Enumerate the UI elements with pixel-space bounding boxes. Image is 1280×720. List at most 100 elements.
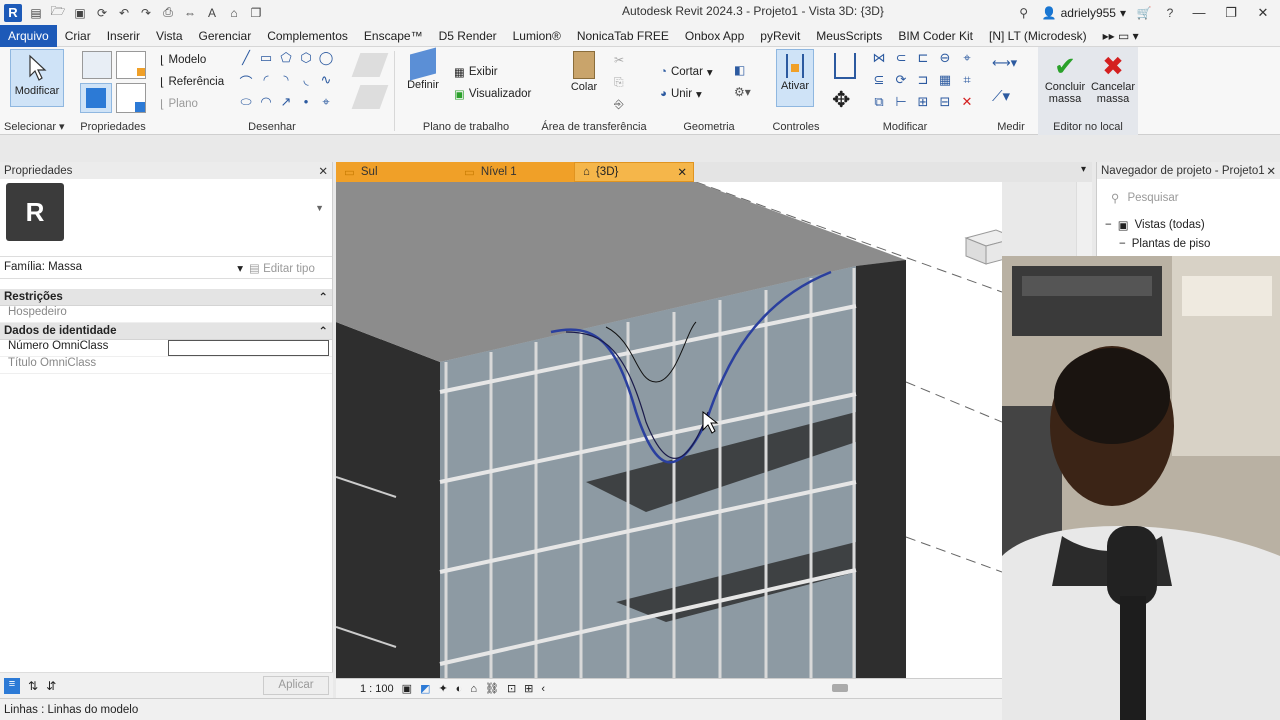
visualizador-button[interactable]: ▣ Visualizador xyxy=(454,87,531,101)
concluir-massa-button[interactable]: ✔ Concluir massa xyxy=(1040,51,1090,105)
tree-item-plantas[interactable]: − Plantas de piso xyxy=(1097,234,1280,253)
ativar-button[interactable]: Ativar xyxy=(776,49,814,107)
type-properties-icon[interactable] xyxy=(82,51,112,79)
polygon-icon[interactable]: ⬠ xyxy=(276,50,296,72)
line-icon[interactable]: ╱ xyxy=(236,50,256,72)
trim-extend-icon[interactable]: ⊢ xyxy=(890,94,912,116)
align-icon[interactable] xyxy=(834,53,856,79)
fillet-arc-icon[interactable]: ◟ xyxy=(296,72,316,94)
sync-icon[interactable]: ⟳ xyxy=(94,5,110,21)
copy-element-icon[interactable]: ⧉ xyxy=(868,94,890,116)
tab-vista[interactable]: Vista xyxy=(148,25,190,47)
cut-icon[interactable]: ✂ xyxy=(614,53,624,67)
tangent-arc-icon[interactable]: ◝ xyxy=(276,72,296,94)
unpin-icon[interactable]: ⌗ xyxy=(956,72,978,94)
modelo-button[interactable]: ⌊ Modelo xyxy=(160,53,206,67)
split-gap-icon[interactable]: ⊟ xyxy=(934,94,956,116)
modify-button[interactable]: Modificar xyxy=(10,49,64,107)
arc-center-icon[interactable]: ◜ xyxy=(256,72,276,94)
tab-bim-coder-kit[interactable]: BIM Coder Kit xyxy=(890,25,981,47)
user-account[interactable]: 👤 adriely955 ▾ xyxy=(1042,6,1126,20)
pick-faces-icon[interactable]: ⌖ xyxy=(316,94,336,116)
move-icon[interactable]: ✥ xyxy=(832,87,850,113)
cart-icon[interactable]: 🛒 xyxy=(1136,5,1152,21)
rectangle-icon[interactable]: ▭ xyxy=(256,50,276,72)
mirror-axis-icon[interactable]: ⋈ xyxy=(868,50,890,72)
spline-icon[interactable]: ∿ xyxy=(316,72,336,94)
tree-item-vistas[interactable]: − ▣ Vistas (todas) xyxy=(1097,215,1280,234)
circle-icon[interactable]: ◯ xyxy=(316,50,336,72)
print-icon[interactable]: ⎙ xyxy=(160,5,176,21)
unir-button[interactable]: ◕ Unir ▾ xyxy=(660,87,702,101)
minimize-icon[interactable]: — xyxy=(1188,5,1210,20)
measure-between-icon[interactable]: ⟷▾ xyxy=(992,55,1017,71)
family-category-icon[interactable] xyxy=(116,83,146,113)
sort-asc-icon[interactable]: ⇅ xyxy=(28,679,38,693)
selecionar-label[interactable]: Selecionar ▾ xyxy=(4,120,65,133)
pin-icon[interactable]: ⌖ xyxy=(956,50,978,72)
apply-button[interactable]: Aplicar xyxy=(263,676,329,695)
restore-icon[interactable]: ❐ xyxy=(1220,5,1242,21)
sort-icon[interactable]: ≡ xyxy=(4,677,20,694)
scale-icon[interactable]: ⊞ xyxy=(912,94,934,116)
open-folder-icon[interactable]: 🗁 xyxy=(50,4,66,21)
revit-app-icon[interactable]: R xyxy=(4,3,22,22)
switch-windows-icon[interactable]: ❐ xyxy=(248,5,264,21)
referencia-button[interactable]: ⌊ Referência xyxy=(160,75,224,89)
family-selector[interactable]: Família: Massa ▾ xyxy=(4,261,249,275)
cortar-button[interactable]: ◔ Cortar ▾ xyxy=(660,65,713,79)
home-icon[interactable]: ▤ xyxy=(28,5,44,21)
colar-button[interactable]: Colar xyxy=(562,51,606,93)
exibir-button[interactable]: ▦ Exibir xyxy=(454,65,498,79)
horizontal-scrollbar-thumb[interactable] xyxy=(832,684,848,692)
offset-alt-icon[interactable]: ⊆ xyxy=(868,72,890,94)
offset-icon[interactable]: ⊂ xyxy=(890,50,912,72)
edit-type-button[interactable]: ▤ Editar tipo xyxy=(249,261,315,275)
3d-view-icon[interactable]: ⌂ xyxy=(226,5,242,21)
family-types-icon[interactable] xyxy=(116,51,146,79)
point-icon[interactable]: • xyxy=(296,94,316,116)
redo-icon[interactable]: ↷ xyxy=(138,5,154,21)
browser-search[interactable]: ⚲ Pesquisar xyxy=(1111,187,1270,209)
type-selector[interactable]: R ▼ xyxy=(0,179,332,257)
group-dados-identidade[interactable]: Dados de identidade ⌃ xyxy=(0,323,332,340)
tab-d5-render[interactable]: D5 Render xyxy=(431,25,505,47)
group-restricoes[interactable]: Restrições ⌃ xyxy=(0,289,332,306)
scale-value[interactable]: 1 : 100 xyxy=(360,683,394,695)
tab-nivel-1[interactable]: ▭ Nível 1 xyxy=(456,162,574,182)
tab-meusscripts[interactable]: MeusScripts xyxy=(808,25,890,47)
sort-desc-icon[interactable]: ⇵ xyxy=(46,679,56,693)
shadows-icon[interactable]: ◐ xyxy=(456,683,463,695)
crop-view-icon[interactable]: ⊡ xyxy=(507,682,516,695)
hide-isolate-icon[interactable]: ⊞ xyxy=(524,682,533,695)
trim-icon[interactable]: ⊐ xyxy=(912,72,934,94)
arc-icon[interactable]: ⌒ xyxy=(236,72,256,94)
properties-button[interactable] xyxy=(80,83,112,113)
scroll-left-icon[interactable]: ‹ xyxy=(541,683,545,695)
inscribed-polygon-icon[interactable]: ⬡ xyxy=(296,50,316,72)
tab-complementos[interactable]: Complementos xyxy=(259,25,356,47)
binoculars-icon[interactable]: ⚲ xyxy=(1016,5,1032,21)
3d-viewport[interactable] xyxy=(336,182,1002,678)
tab-onbox[interactable]: Onbox App xyxy=(677,25,752,47)
tabs-menu-icon[interactable]: ▾ xyxy=(1081,164,1086,175)
ellipse-icon[interactable]: ⬭ xyxy=(236,94,256,116)
rotate-icon[interactable]: ⟳ xyxy=(890,72,912,94)
close-tab-icon[interactable]: ✕ xyxy=(677,165,687,179)
definir-button[interactable]: Definir xyxy=(400,47,446,91)
text-icon[interactable]: A xyxy=(204,5,220,21)
tab-arquivo[interactable]: Arquivo xyxy=(0,24,57,47)
paint-icon[interactable]: ⚙▾ xyxy=(734,85,751,99)
pick-lines-icon[interactable]: ↗ xyxy=(276,94,296,116)
copy-icon[interactable]: ⎘ xyxy=(614,75,624,90)
close-icon[interactable]: ✕ xyxy=(318,164,328,178)
delete-icon[interactable]: ✕ xyxy=(956,94,978,116)
split-face-icon[interactable]: ◧ xyxy=(734,63,745,77)
sun-path-icon[interactable]: ✦ xyxy=(438,682,447,695)
tab-enscape[interactable]: Enscape™ xyxy=(356,25,431,47)
tab-pyrevit[interactable]: pyRevit xyxy=(752,25,808,47)
render-icon[interactable]: ⌂ xyxy=(470,683,477,695)
split-icon[interactable]: ⊖ xyxy=(934,50,956,72)
help-icon[interactable]: ? xyxy=(1162,5,1178,21)
save-icon[interactable]: ▣ xyxy=(72,5,88,21)
